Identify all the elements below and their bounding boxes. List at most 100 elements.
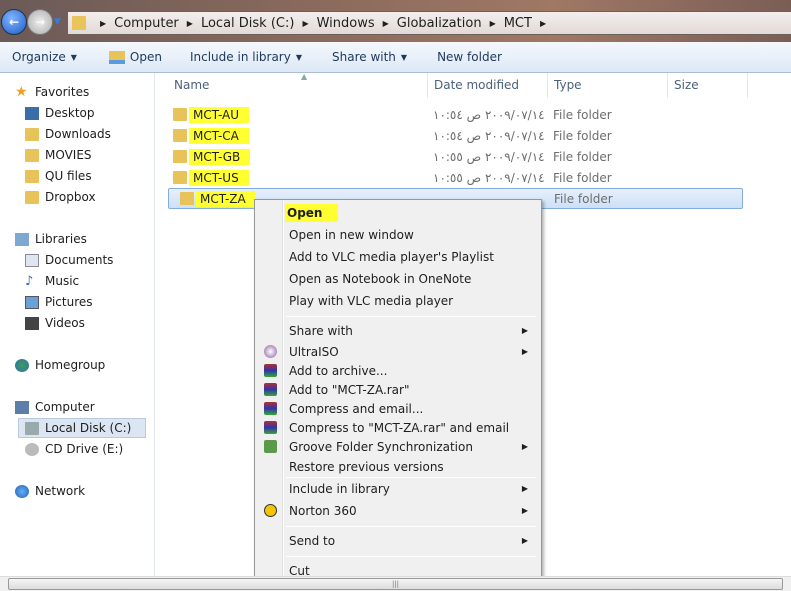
network-icon — [15, 484, 29, 498]
chevron-right-icon[interactable]: ▶ — [187, 19, 193, 28]
computer-icon — [15, 400, 29, 414]
organize-button[interactable]: Organize ▼ — [0, 50, 89, 64]
column-size[interactable]: Size — [668, 73, 748, 98]
label: Norton 360 — [289, 504, 357, 518]
folder-icon — [173, 108, 187, 121]
menu-item-compress-rar-email[interactable]: Compress to "MCT-ZA.rar" and email — [258, 418, 538, 438]
organize-label: Organize — [12, 50, 66, 64]
menu-item-open[interactable]: Open — [258, 203, 538, 223]
label: Send to — [289, 534, 336, 548]
file-name: MCT-US — [189, 169, 249, 186]
label: Include in library — [289, 482, 390, 496]
address-bar[interactable]: ▶ Computer ▶ Local Disk (C:) ▶ Windows ▶ Glo… — [67, 11, 791, 35]
horizontal-scrollbar[interactable]: ||| — [0, 576, 791, 591]
include-in-library-button[interactable]: Include in library ▼ — [178, 50, 314, 64]
forward-button[interactable]: → — [27, 9, 53, 35]
sidebar-computer[interactable]: Computer — [15, 397, 95, 417]
menu-item-ultraiso[interactable]: UltraISO ▶ — [258, 342, 538, 362]
downloads-icon — [25, 127, 39, 141]
menu-item-share-with[interactable]: Share with ▶ — [258, 321, 538, 341]
file-type: File folder — [553, 107, 612, 122]
file-name: MCT-CA — [189, 127, 249, 144]
sidebar-item-videos[interactable]: Videos — [25, 313, 85, 333]
music-icon: ♪ — [25, 273, 34, 289]
scrollbar-thumb[interactable]: ||| — [8, 578, 783, 590]
menu-separator — [286, 556, 536, 557]
file-type: File folder — [553, 149, 612, 164]
menu-item-include-library[interactable]: Include in library ▶ — [258, 479, 538, 499]
libraries-icon — [15, 232, 29, 246]
label: CD Drive (E:) — [45, 442, 124, 456]
menu-item-groove[interactable]: Groove Folder Synchronization ▶ — [258, 437, 538, 457]
menu-item-add-rar[interactable]: Add to "MCT-ZA.rar" — [258, 380, 538, 400]
column-date-modified[interactable]: Date modified — [428, 73, 548, 98]
column-type[interactable]: Type — [548, 73, 668, 98]
back-button[interactable]: ← — [1, 9, 27, 35]
menu-item-restore-versions[interactable]: Restore previous versions — [258, 457, 538, 477]
chevron-right-icon[interactable]: ▶ — [383, 19, 389, 28]
breadcrumb-globalization[interactable]: Globalization — [397, 16, 482, 31]
sidebar-item-qu-files[interactable]: QU files — [25, 166, 92, 186]
label: Downloads — [45, 127, 111, 141]
drive-icon — [25, 421, 39, 435]
submenu-arrow-icon: ▶ — [521, 506, 528, 515]
chevron-right-icon[interactable]: ▶ — [302, 19, 308, 28]
sidebar-favorites[interactable]: ★ Favorites — [15, 82, 89, 102]
submenu-arrow-icon: ▶ — [521, 484, 528, 493]
breadcrumb-computer[interactable]: Computer — [114, 16, 179, 31]
new-folder-button[interactable]: New folder — [425, 50, 514, 64]
sidebar-item-documents[interactable]: Documents — [25, 250, 113, 270]
star-icon: ★ — [15, 83, 28, 100]
menu-item-add-archive[interactable]: Add to archive... — [258, 361, 538, 381]
sidebar-item-pictures[interactable]: Pictures — [25, 292, 93, 312]
menu-item-send-to[interactable]: Send to ▶ — [258, 531, 538, 551]
cd-drive-icon — [25, 442, 39, 456]
new-folder-label: New folder — [437, 50, 502, 64]
label: Computer — [35, 400, 95, 414]
file-date: ٢٠٠٩/٠٧/١٤ ص ١٠:٥٥ — [433, 170, 545, 185]
column-name[interactable]: Name ▲ — [168, 72, 428, 98]
label: Open — [285, 204, 339, 222]
folder-icon — [25, 169, 39, 183]
sidebar-network[interactable]: Network — [15, 481, 85, 501]
file-row[interactable]: MCT-GB ٢٠٠٩/٠٧/١٤ ص ١٠:٥٥ File folder — [168, 146, 743, 167]
open-button[interactable]: Open — [97, 50, 174, 64]
breadcrumb-local-disk[interactable]: Local Disk (C:) — [201, 16, 294, 31]
sidebar-item-music[interactable]: ♪ Music — [25, 271, 79, 291]
sidebar-item-local-disk[interactable]: Local Disk (C:) — [18, 418, 146, 438]
menu-item-norton[interactable]: Norton 360 ▶ — [258, 501, 538, 521]
menu-item-vlc-playlist[interactable]: Add to VLC media player's Playlist — [258, 247, 538, 267]
menu-item-open-new-window[interactable]: Open in new window — [258, 225, 538, 245]
sidebar-item-movies[interactable]: MOVIES — [25, 145, 92, 165]
chevron-right-icon[interactable]: ▶ — [100, 19, 106, 28]
sidebar-item-desktop[interactable]: Desktop — [25, 103, 95, 123]
chevron-right-icon[interactable]: ▶ — [490, 19, 496, 28]
breadcrumb-mct[interactable]: MCT — [504, 16, 532, 31]
sidebar-homegroup[interactable]: Homegroup — [15, 355, 105, 375]
sidebar-item-dropbox[interactable]: Dropbox — [25, 187, 96, 207]
sidebar-item-downloads[interactable]: Downloads — [25, 124, 111, 144]
breadcrumb-windows[interactable]: Windows — [317, 16, 375, 31]
label: Name — [174, 78, 210, 92]
menu-item-onenote[interactable]: Open as Notebook in OneNote — [258, 269, 538, 289]
label: Add to "MCT-ZA.rar" — [289, 383, 410, 397]
file-row[interactable]: MCT-CA ٢٠٠٩/٠٧/١٤ ص ١٠:٥٤ File folder — [168, 125, 743, 146]
menu-item-vlc-play[interactable]: Play with VLC media player — [258, 291, 538, 311]
submenu-arrow-icon: ▶ — [521, 442, 528, 451]
chevron-right-icon[interactable]: ▶ — [540, 19, 546, 28]
menu-item-compress-email[interactable]: Compress and email... — [258, 399, 538, 419]
file-row[interactable]: MCT-US ٢٠٠٩/٠٧/١٤ ص ١٠:٥٥ File folder — [168, 167, 743, 188]
file-row[interactable]: MCT-AU ٢٠٠٩/٠٧/١٤ ص ١٠:٥٤ File folder — [168, 104, 743, 125]
recent-pages-dropdown[interactable]: ▼ — [54, 17, 61, 27]
menu-separator — [286, 526, 536, 527]
label: Local Disk (C:) — [45, 421, 132, 435]
winrar-icon — [264, 383, 277, 396]
caret-down-icon: ▼ — [400, 52, 408, 62]
share-with-button[interactable]: Share with ▼ — [320, 50, 419, 64]
folder-icon — [180, 192, 194, 205]
sidebar-item-cd-drive[interactable]: CD Drive (E:) — [25, 439, 123, 459]
sidebar-libraries[interactable]: Libraries — [15, 229, 87, 249]
column-headers: Name ▲ Date modified Type Size — [156, 72, 791, 98]
label: Libraries — [35, 232, 87, 246]
caret-down-icon: ▼ — [295, 52, 302, 62]
